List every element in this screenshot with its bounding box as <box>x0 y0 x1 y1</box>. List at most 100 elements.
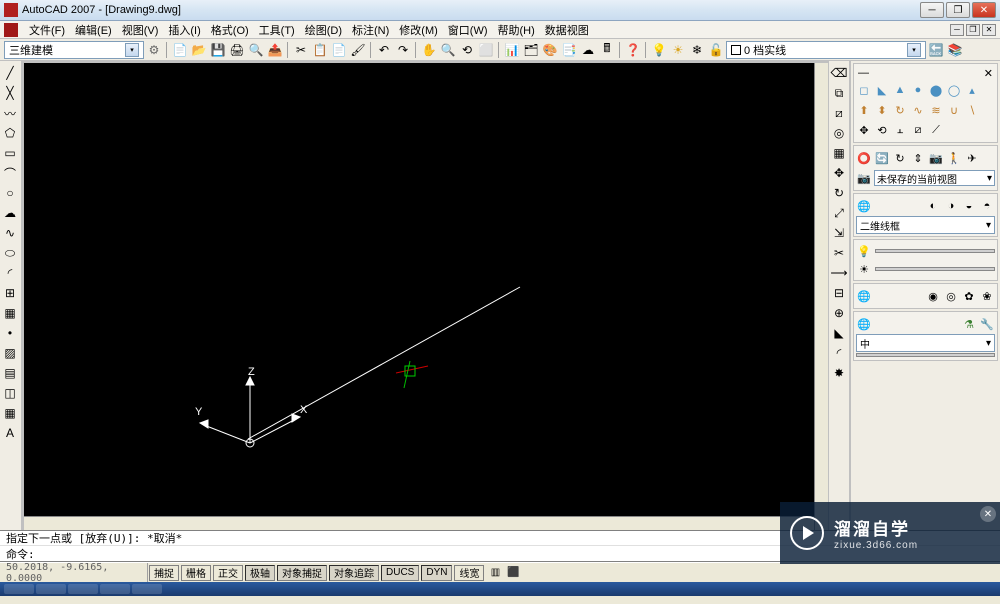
doc-restore[interactable]: ❐ <box>966 24 980 36</box>
paste-icon[interactable]: 📄 <box>330 41 348 59</box>
free-orbit-icon[interactable]: 🔄 <box>874 150 890 166</box>
region-icon[interactable]: ◫ <box>0 383 20 403</box>
lock-ui-icon[interactable]: ⬛ <box>505 565 521 581</box>
command-line[interactable]: 指定下一点或 [放弃(U)]: *取消* 命令: <box>0 530 1000 562</box>
ortho-toggle[interactable]: 正交 <box>213 565 243 581</box>
xline-icon[interactable]: ╳ <box>0 83 20 103</box>
taskbar-item[interactable] <box>132 584 162 594</box>
erase-icon[interactable]: ⌫ <box>829 63 849 83</box>
bulb-icon[interactable]: 💡 <box>650 41 668 59</box>
point-icon[interactable]: • <box>0 323 20 343</box>
extend-icon[interactable]: ⟶ <box>829 263 849 283</box>
union-icon[interactable]: ∪ <box>946 102 962 118</box>
move-icon[interactable]: ✥ <box>829 163 849 183</box>
walk-icon[interactable]: 🚶 <box>946 150 962 166</box>
close-icon[interactable]: ✕ <box>984 67 993 80</box>
quickcalc-icon[interactable]: 🖩 <box>598 41 616 59</box>
redo-icon[interactable]: ↷ <box>394 41 412 59</box>
menu-modify[interactable]: 修改(M) <box>394 22 443 38</box>
zoom-win-icon[interactable]: ⬜ <box>477 41 495 59</box>
help-icon[interactable]: ❓ <box>624 41 642 59</box>
workspace-dropdown[interactable]: 三维建模 ▾ <box>4 41 144 59</box>
layer-dropdown[interactable]: 0 档实线 ▾ <box>726 41 926 59</box>
polyline-icon[interactable]: 〰 <box>0 103 20 123</box>
taskbar-item[interactable] <box>4 584 34 594</box>
layer-prev-icon[interactable]: 🔙 <box>927 41 945 59</box>
menu-tools[interactable]: 工具(T) <box>254 22 300 38</box>
offset-icon[interactable]: ◎ <box>829 123 849 143</box>
menu-insert[interactable]: 插入(I) <box>163 22 205 38</box>
vs4-icon[interactable]: ◓ <box>979 198 995 214</box>
drawing-viewport[interactable]: Z Y X <box>22 61 828 530</box>
mat4-icon[interactable]: ❀ <box>979 288 995 304</box>
open-icon[interactable]: 📂 <box>190 41 208 59</box>
array-icon[interactable]: ▦ <box>829 143 849 163</box>
pyramid-icon[interactable]: ▴ <box>964 82 980 98</box>
mirror-icon[interactable]: ⧄ <box>829 103 849 123</box>
new-icon[interactable]: 📄 <box>171 41 189 59</box>
ellipse-icon[interactable]: ⬭ <box>0 243 20 263</box>
light1-icon[interactable]: 💡 <box>856 243 872 259</box>
zoom-prev-icon[interactable]: ⟲ <box>458 41 476 59</box>
menu-draw[interactable]: 绘图(D) <box>300 22 347 38</box>
chamfer-icon[interactable]: ◣ <box>829 323 849 343</box>
save-icon[interactable]: 💾 <box>209 41 227 59</box>
arc-icon[interactable]: ⌒ <box>0 163 20 183</box>
coordinates-display[interactable]: 50.2018, -9.6165, 0.0000 <box>0 563 148 582</box>
realistic-icon[interactable]: 🌐 <box>856 198 872 214</box>
snap-toggle[interactable]: 捕捉 <box>149 565 179 581</box>
render-slider[interactable] <box>856 353 995 357</box>
doc-close[interactable]: ✕ <box>982 24 996 36</box>
rotate-icon[interactable]: ↻ <box>829 183 849 203</box>
zoom-icon[interactable]: 🔍 <box>439 41 457 59</box>
windows-taskbar[interactable] <box>0 582 1000 596</box>
view-dropdown[interactable]: 未保存的当前视图▾ <box>874 170 995 186</box>
gradient-icon[interactable]: ▤ <box>0 363 20 383</box>
close-button[interactable]: ✕ <box>972 2 996 18</box>
lwt-toggle[interactable]: 线宽 <box>454 565 484 581</box>
join-icon[interactable]: ⊕ <box>829 303 849 323</box>
sphere-icon[interactable]: ● <box>910 82 926 98</box>
presspull-icon[interactable]: ⬍ <box>874 102 890 118</box>
vs2-icon[interactable]: ◑ <box>943 198 959 214</box>
menu-view[interactable]: 视图(V) <box>117 22 164 38</box>
torus-icon[interactable]: ◯ <box>946 82 962 98</box>
swivel-icon[interactable]: 📷 <box>928 150 944 166</box>
insert-block-icon[interactable]: ⊞ <box>0 283 20 303</box>
stretch-icon[interactable]: ⇲ <box>829 223 849 243</box>
render-icon[interactable]: 🌐 <box>856 316 872 332</box>
make-block-icon[interactable]: ▦ <box>0 303 20 323</box>
menu-help[interactable]: 帮助(H) <box>493 22 540 38</box>
3dmove-icon[interactable]: ✥ <box>856 122 872 138</box>
menu-file[interactable]: 文件(F) <box>24 22 70 38</box>
revcloud-icon[interactable]: ☁ <box>0 203 20 223</box>
properties-icon[interactable]: 📊 <box>503 41 521 59</box>
scrollbar-vertical[interactable] <box>814 63 828 530</box>
camera-icon[interactable]: 📷 <box>856 170 872 186</box>
visual-style-dropdown[interactable]: 二维线框▾ <box>856 216 995 234</box>
undo-icon[interactable]: ↶ <box>375 41 393 59</box>
render-setting-icon[interactable]: ⚗ <box>961 316 977 332</box>
sun-icon[interactable]: ☀ <box>669 41 687 59</box>
otrack-toggle[interactable]: 对象追踪 <box>329 565 379 581</box>
doc-minimize[interactable]: ─ <box>950 24 964 36</box>
menu-dimension[interactable]: 标注(N) <box>347 22 394 38</box>
sweep-icon[interactable]: ∿ <box>910 102 926 118</box>
rectangle-icon[interactable]: ▭ <box>0 143 20 163</box>
render-env-icon[interactable]: 🔧 <box>979 316 995 332</box>
taskbar-item[interactable] <box>68 584 98 594</box>
model-space[interactable]: Z Y X <box>24 63 828 530</box>
menu-window[interactable]: 窗口(W) <box>443 22 493 38</box>
light2-icon[interactable]: ☀ <box>856 261 872 277</box>
gear-icon[interactable]: ⚙ <box>145 41 163 59</box>
light-slider[interactable] <box>875 249 995 253</box>
cut-icon[interactable]: ✂ <box>292 41 310 59</box>
mat3-icon[interactable]: ✿ <box>961 288 977 304</box>
line-icon[interactable]: ╱ <box>0 63 20 83</box>
render-preset-dropdown[interactable]: 中▾ <box>856 334 995 352</box>
dyn-toggle[interactable]: DYN <box>421 565 452 581</box>
scrollbar-horizontal[interactable] <box>24 516 814 530</box>
copy-icon[interactable]: 📋 <box>311 41 329 59</box>
ellipse-arc-icon[interactable]: ◜ <box>0 263 20 283</box>
lock-icon[interactable]: 🔓 <box>707 41 725 59</box>
